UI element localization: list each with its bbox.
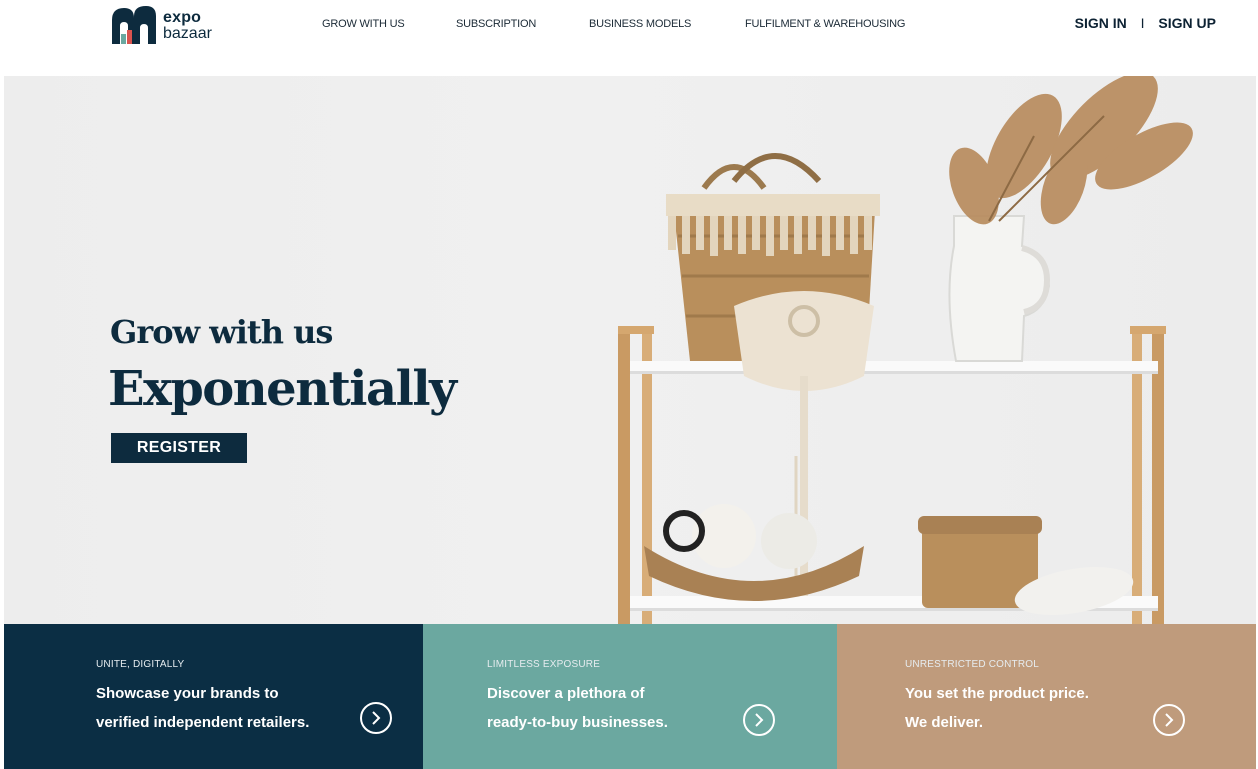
nav-grow-with-us[interactable]: GROW WITH US	[322, 18, 405, 30]
feature-card-unite-digitally: UNITE, DIGITALLY Showcase your brands to…	[4, 624, 423, 769]
chevron-right-circle-icon[interactable]	[743, 704, 775, 736]
logo-mark-icon	[112, 6, 156, 44]
hero-shelf-image	[618, 76, 1193, 624]
auth-links: SIGN IN I SIGN UP	[1075, 15, 1216, 31]
hero-banner: Grow with us Exponentially REGISTER	[4, 76, 1256, 624]
feature-card-unrestricted-control: UNRESTRICTED CONTROL You set the product…	[837, 624, 1256, 769]
sign-in-link[interactable]: SIGN IN	[1075, 15, 1127, 31]
hero-title-line1: Grow with us	[110, 313, 333, 351]
feature-eyebrow: LIMITLESS EXPOSURE	[487, 659, 601, 670]
feature-line1: Showcase your brands to	[96, 685, 279, 702]
feature-line1: Discover a plethora of	[487, 685, 645, 702]
nav-subscription[interactable]: SUBSCRIPTION	[456, 18, 536, 30]
auth-separator: I	[1140, 15, 1145, 31]
feature-line2: ready-to-buy businesses.	[487, 714, 668, 731]
expo-bazaar-logo[interactable]: expo bazaar	[110, 4, 240, 50]
feature-card-limitless-exposure: LIMITLESS EXPOSURE Discover a plethora o…	[423, 624, 837, 769]
hero-title-line2: Exponentially	[108, 361, 457, 417]
logo-text-bazaar: bazaar	[163, 25, 212, 42]
feature-eyebrow: UNRESTRICTED CONTROL	[905, 659, 1040, 670]
chevron-right-circle-icon[interactable]	[360, 702, 392, 734]
feature-line2: verified independent retailers.	[96, 714, 310, 731]
site-header: expo bazaar GROW WITH US SUBSCRIPTION BU…	[0, 0, 1258, 76]
register-button[interactable]: REGISTER	[111, 433, 247, 463]
feature-line2: We deliver.	[905, 714, 984, 731]
chevron-right-circle-icon[interactable]	[1153, 704, 1185, 736]
feature-line1: You set the product price.	[905, 685, 1089, 702]
sign-up-link[interactable]: SIGN UP	[1158, 15, 1216, 31]
nav-fulfilment-warehousing[interactable]: FULFILMENT & WAREHOUSING	[745, 18, 905, 30]
nav-business-models[interactable]: BUSINESS MODELS	[589, 18, 691, 30]
feature-eyebrow: UNITE, DIGITALLY	[96, 659, 185, 670]
